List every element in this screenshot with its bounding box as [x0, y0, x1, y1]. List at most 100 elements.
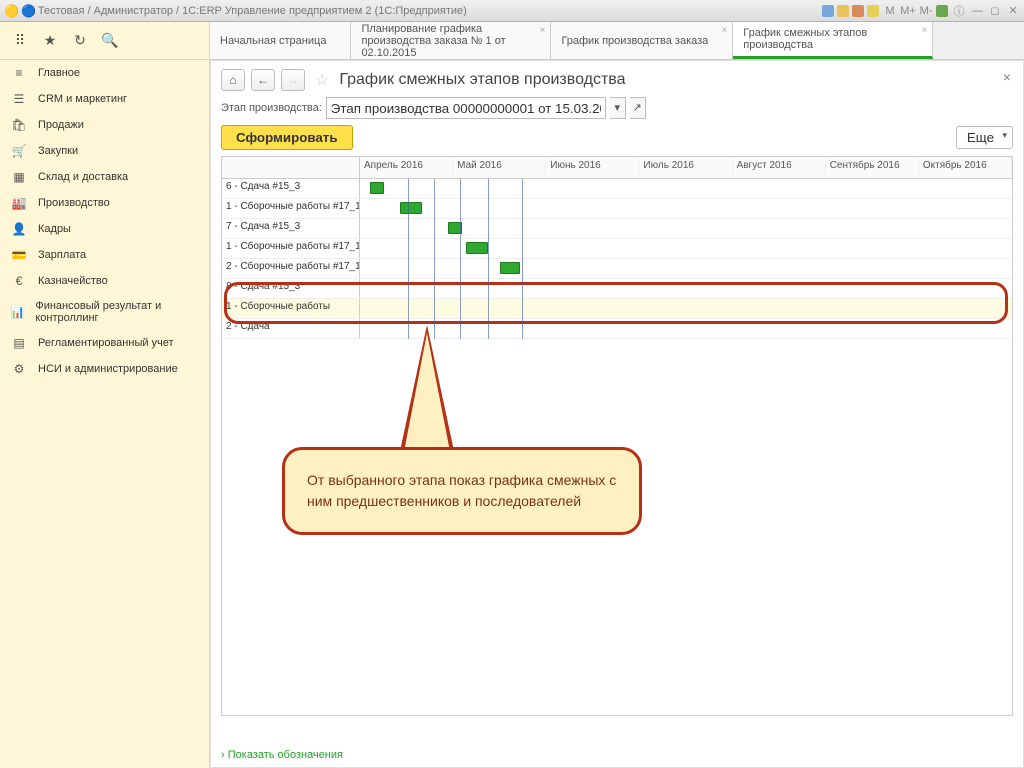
app-icon-2: 🔵: [21, 4, 36, 18]
gantt-bar[interactable]: [370, 182, 384, 194]
callout-text: От выбранного этапа показ графика смежны…: [307, 472, 616, 509]
legend-link[interactable]: Показать обозначения: [221, 749, 343, 761]
gantt-chart: Апрель 2016Май 2016Июнь 2016Июль 2016Авг…: [221, 156, 1013, 716]
month-header: Июнь 2016: [546, 157, 639, 178]
row-label: 6 - Сдача #15_3: [222, 179, 360, 198]
more-button[interactable]: Еще: [956, 126, 1013, 149]
nav-label: Казначейство: [38, 275, 108, 287]
chart-row[interactable]: 1 - Сборочные работы #17_1: [222, 239, 1012, 259]
tab[interactable]: График производства заказа ×: [551, 22, 733, 59]
gantt-bar[interactable]: [466, 242, 488, 254]
sidebar-item[interactable]: 💳Зарплата: [0, 242, 209, 268]
filter-label: Этап производства:: [221, 102, 322, 114]
nav-icon: ▦: [10, 170, 28, 184]
chart-row[interactable]: 2 - Сдача: [222, 319, 1012, 339]
sidebar: ⠿ ★ ↻ 🔍 ≡ Главное ☰ CRM и маркетинг 🛍Продажи…: [0, 22, 210, 768]
m-icon[interactable]: M-: [919, 4, 933, 18]
search-icon[interactable]: 🔍: [100, 31, 120, 51]
chart-row[interactable]: 7 - Сдача #15_3: [222, 219, 1012, 239]
callout-box: От выбранного этапа показ графика смежны…: [282, 447, 642, 535]
nav-icon: 📊: [10, 305, 25, 319]
nav-label: Зарплата: [38, 249, 86, 261]
toolbar-icon[interactable]: [936, 5, 948, 17]
tab-close-icon[interactable]: ×: [921, 25, 927, 36]
sidebar-item[interactable]: ≡ Главное: [0, 60, 209, 86]
chart-row[interactable]: 6 - Сдача #15_3: [222, 179, 1012, 199]
open-icon[interactable]: ↗: [630, 97, 646, 119]
apps-icon[interactable]: ⠿: [10, 31, 30, 51]
info-icon[interactable]: ⓘ: [952, 4, 966, 18]
row-label: 2 - Сборочные работы #17_1: [222, 259, 360, 278]
favorite-icon[interactable]: ☆: [315, 70, 329, 90]
tab-label: График смежных этапов производства: [743, 27, 908, 51]
toolbar-icon[interactable]: [852, 5, 864, 17]
dependency-line: [408, 179, 409, 339]
chart-row[interactable]: 2 - Сборочные работы #17_1: [222, 259, 1012, 279]
nav-label: Закупки: [38, 145, 78, 157]
dependency-line: [460, 179, 461, 339]
dropdown-icon[interactable]: ▾: [610, 97, 626, 119]
row-label: 1 - Сборочные работы #17_1: [222, 239, 360, 258]
sidebar-item[interactable]: ☰ CRM и маркетинг: [0, 86, 209, 112]
sidebar-item[interactable]: € Казначейство: [0, 268, 209, 294]
sidebar-item[interactable]: 🏭Производство: [0, 190, 209, 216]
tab[interactable]: Начальная страница: [210, 22, 351, 59]
row-label: 8 - Сдача #15_3: [222, 279, 360, 298]
sidebar-item[interactable]: 🛍Продажи: [0, 112, 209, 138]
nav-label: Продажи: [38, 119, 84, 131]
dependency-line: [488, 179, 489, 339]
stage-input[interactable]: [326, 97, 606, 119]
chart-row[interactable]: 1 - Сборочные работы: [222, 299, 1012, 319]
chart-row[interactable]: 8 - Сдача #15_3: [222, 279, 1012, 299]
sidebar-item[interactable]: 📊 Финансовый результат и контроллинг: [0, 294, 209, 330]
nav-label: Финансовый результат и контроллинг: [35, 300, 199, 324]
tab-label: График производства заказа: [561, 35, 708, 47]
generate-button[interactable]: Сформировать: [221, 125, 353, 150]
m-icon[interactable]: M+: [901, 4, 915, 18]
sidebar-item[interactable]: ▤Регламентированный учет: [0, 330, 209, 356]
tab-close-icon[interactable]: ×: [540, 25, 546, 36]
row-label: 1 - Сборочные работы #17_1: [222, 199, 360, 218]
nav-label: Главное: [38, 67, 80, 79]
nav-icon: 🏭: [10, 196, 28, 210]
close-icon[interactable]: ✕: [1006, 4, 1020, 18]
tab[interactable]: Планирование графика производства заказа…: [351, 22, 551, 59]
tab[interactable]: График смежных этапов производства ×: [733, 22, 933, 59]
sidebar-item[interactable]: ▦Склад и доставка: [0, 164, 209, 190]
maximize-icon[interactable]: ◻: [988, 4, 1002, 18]
sidebar-item[interactable]: 🛒Закупки: [0, 138, 209, 164]
row-label: 1 - Сборочные работы: [222, 299, 360, 318]
sidebar-item[interactable]: ⚙НСИ и администрирование: [0, 356, 209, 382]
dependency-line: [522, 179, 523, 339]
minimize-icon[interactable]: —: [970, 4, 984, 18]
month-header: Октябрь 2016: [919, 157, 1012, 178]
page-title: График смежных этапов производства: [339, 71, 625, 89]
row-label: 7 - Сдача #15_3: [222, 219, 360, 238]
close-page-icon[interactable]: ×: [1003, 69, 1011, 85]
forward-button[interactable]: →: [281, 69, 305, 91]
nav-icon: ☰: [10, 92, 28, 106]
app-icon: 🟡: [4, 4, 19, 18]
nav-icon: €: [10, 274, 28, 288]
tab-label: Начальная страница: [220, 35, 326, 47]
window-titlebar: 🟡 🔵 Тестовая / Администратор / 1C:ERP Уп…: [0, 0, 1024, 22]
nav-icon: ⚙: [10, 362, 28, 376]
toolbar-icon[interactable]: [822, 5, 834, 17]
tab-label: Планирование графика производства заказа…: [361, 23, 526, 59]
back-button[interactable]: ←: [251, 69, 275, 91]
toolbar-icon[interactable]: [837, 5, 849, 17]
nav-label: CRM и маркетинг: [38, 93, 127, 105]
sidebar-item[interactable]: 👤Кадры: [0, 216, 209, 242]
tab-bar: Начальная страница Планирование графика п…: [210, 22, 1024, 60]
gantt-bar[interactable]: [500, 262, 520, 274]
calendar-icon[interactable]: [867, 5, 879, 17]
nav-icon: ≡: [10, 66, 28, 80]
tab-close-icon[interactable]: ×: [721, 25, 727, 36]
chart-row[interactable]: 1 - Сборочные работы #17_1: [222, 199, 1012, 219]
m-icon[interactable]: M: [883, 4, 897, 18]
history-icon[interactable]: ↻: [70, 31, 90, 51]
gantt-bar[interactable]: [400, 202, 422, 214]
star-icon[interactable]: ★: [40, 31, 60, 51]
home-button[interactable]: ⌂: [221, 69, 245, 91]
month-header: Август 2016: [733, 157, 826, 178]
